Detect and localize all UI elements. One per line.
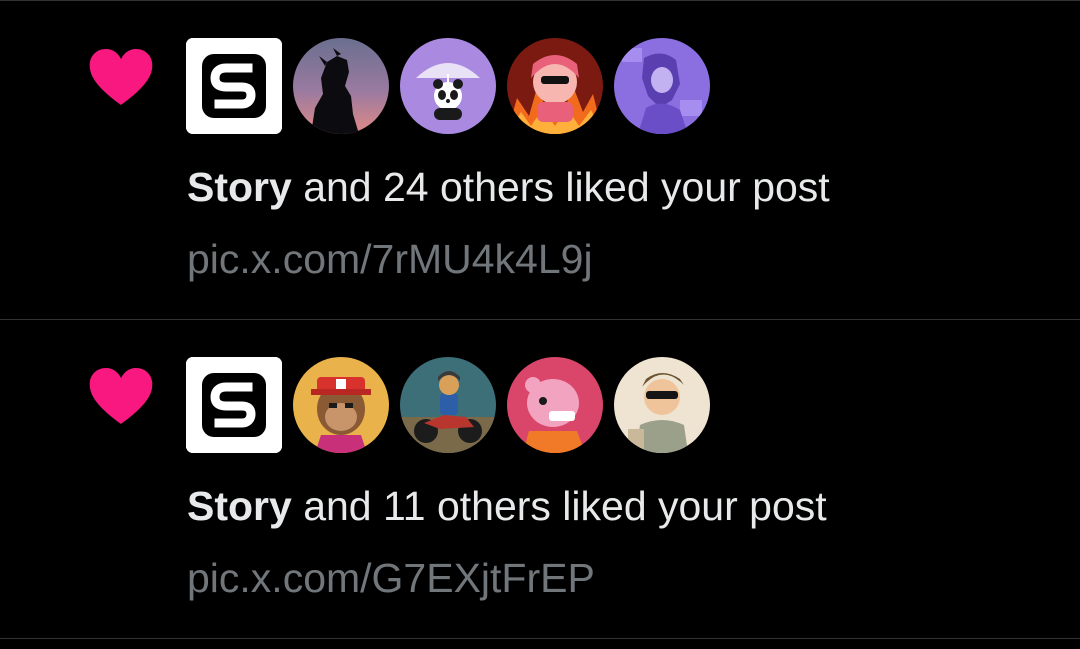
heart-icon [88, 47, 154, 107]
notification-item[interactable]: Story and 24 others liked your post pic.… [0, 1, 1080, 320]
user-avatar[interactable] [614, 38, 710, 134]
notification-item[interactable]: Story and 11 others liked your post pic.… [0, 320, 1080, 639]
avatar-row [186, 38, 721, 134]
post-link[interactable]: pic.x.com/G7EXjtFrEP [187, 552, 595, 604]
user-name-link[interactable]: Story [187, 483, 292, 529]
notification-text: Story and 24 others liked your post [187, 161, 830, 213]
user-avatar[interactable] [293, 357, 389, 453]
user-avatar[interactable] [614, 357, 710, 453]
user-avatar[interactable] [507, 38, 603, 134]
notification-action-text: and 24 others liked your post [291, 164, 830, 210]
user-avatar[interactable] [400, 357, 496, 453]
notification-text: Story and 11 others liked your post [187, 480, 827, 532]
user-avatar[interactable] [293, 38, 389, 134]
user-name-link[interactable]: Story [187, 164, 292, 210]
notification-action-text: and 11 others liked your post [291, 483, 827, 529]
user-avatar[interactable] [400, 38, 496, 134]
story-logo-avatar[interactable] [186, 357, 282, 453]
heart-icon [88, 366, 154, 426]
post-link[interactable]: pic.x.com/7rMU4k4L9j [187, 233, 593, 285]
user-avatar[interactable] [507, 357, 603, 453]
avatar-row [186, 357, 721, 453]
notifications-feed: Story and 24 others liked your post pic.… [0, 0, 1080, 649]
story-logo-avatar[interactable] [186, 38, 282, 134]
